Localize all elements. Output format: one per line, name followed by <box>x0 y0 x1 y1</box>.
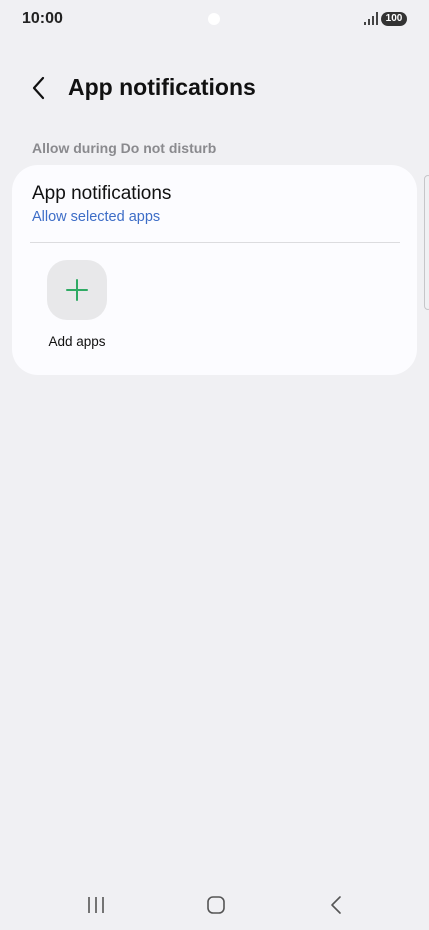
signal-icon <box>364 12 378 25</box>
home-icon[interactable] <box>204 894 228 916</box>
status-bar: 10:00 100 <box>0 0 429 40</box>
back-arrow-icon[interactable] <box>26 74 54 102</box>
recents-icon[interactable] <box>84 894 108 916</box>
navigation-bar <box>0 880 429 930</box>
status-time: 10:00 <box>22 10 63 27</box>
back-icon[interactable] <box>325 894 349 916</box>
header: App notifications <box>0 64 429 112</box>
battery-icon: 100 <box>381 12 407 26</box>
add-apps-tile <box>47 260 107 320</box>
add-apps-button[interactable]: Add apps <box>42 260 112 355</box>
divider <box>30 242 400 243</box>
app-notifications-setting[interactable]: App notifications Allow selected apps <box>12 165 417 241</box>
plus-icon <box>66 279 88 301</box>
settings-card: App notifications Allow selected apps Ad… <box>12 165 417 375</box>
section-label: Allow during Do not disturb <box>32 140 217 156</box>
add-apps-label: Add apps <box>48 334 106 349</box>
scroll-indicator <box>424 175 429 310</box>
camera-cutout <box>208 13 220 25</box>
setting-title: App notifications <box>32 183 172 204</box>
setting-value: Allow selected apps <box>32 209 161 225</box>
page-title: App notifications <box>68 74 256 100</box>
